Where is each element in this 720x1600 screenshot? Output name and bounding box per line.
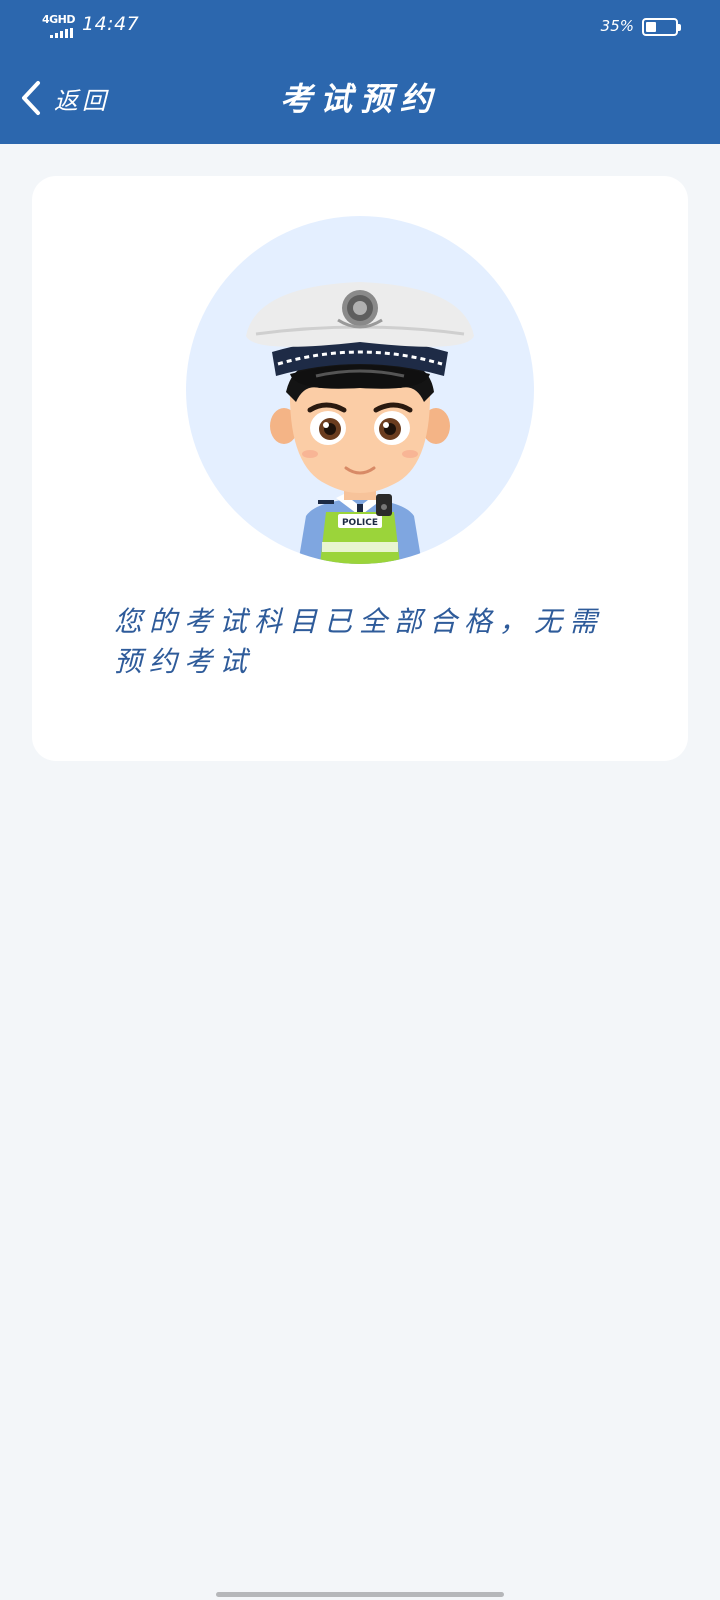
avatar-badge-text: POLICE — [342, 518, 378, 528]
nav-bar: 返回 考试预约 — [0, 52, 720, 144]
battery-percent: 35% — [600, 17, 634, 35]
signal-icon — [50, 28, 73, 38]
home-indicator[interactable] — [216, 1592, 504, 1597]
battery-level-fill — [646, 22, 656, 32]
status-time: 14:47 — [82, 13, 140, 35]
network-type-label: 4GHD — [42, 13, 76, 26]
screen: 4GHD 14:47 35% 返回 考试预约 POLICE 您的考试科目已全部合… — [0, 0, 720, 1600]
result-card: POLICE 您的考试科目已全部合格，无需预约考试 — [32, 176, 688, 761]
police-officer-illustration: POLICE — [246, 282, 474, 564]
battery-icon — [642, 18, 681, 36]
network-indicator: 4GHD — [42, 14, 76, 40]
police-officer-avatar-icon: POLICE — [186, 216, 534, 564]
status-bar: 4GHD 14:47 35% — [0, 0, 720, 52]
page-title: 考试预约 — [279, 80, 440, 118]
status-message: 您的考试科目已全部合格，无需预约考试 — [114, 605, 605, 678]
